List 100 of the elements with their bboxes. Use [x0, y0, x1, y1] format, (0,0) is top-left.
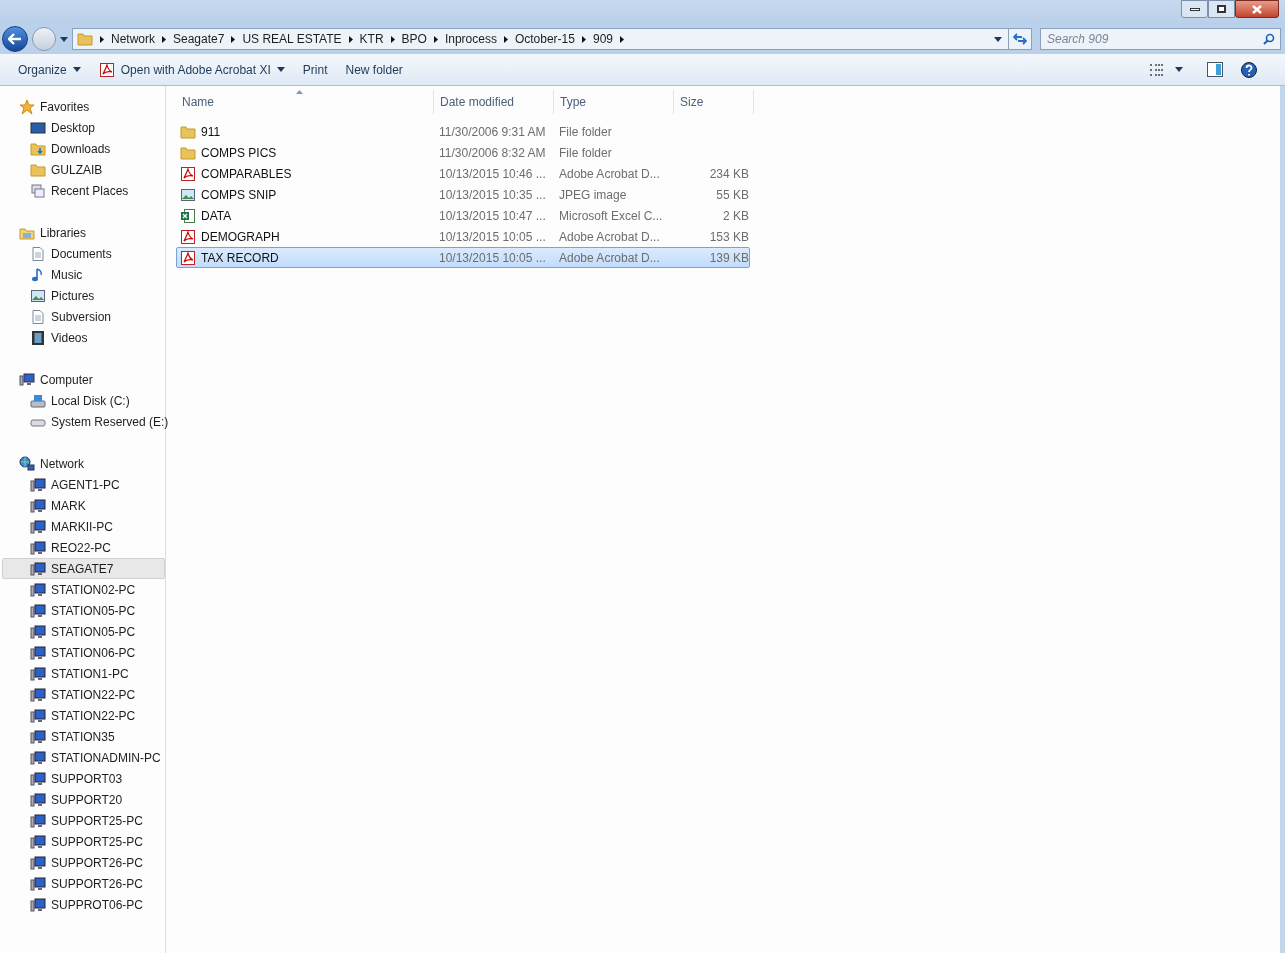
nav-item[interactable]: STATION06-PC — [2, 642, 165, 663]
minimize-button[interactable] — [1181, 0, 1208, 18]
breadcrumb-item[interactable]: Seagate7 — [173, 30, 225, 48]
file-row[interactable]: 911 11/30/2006 9:31 AM File folder — [176, 121, 750, 142]
nav-item[interactable]: Local Disk (C:) — [2, 390, 165, 411]
search-field[interactable]: Search 909 — [1040, 28, 1281, 50]
nav-group-header[interactable]: Favorites — [2, 96, 165, 117]
chevron-right-icon — [433, 35, 438, 43]
nav-item[interactable]: STATION22-PC — [2, 705, 165, 726]
type-cell-text: Microsoft Excel C... — [558, 207, 664, 225]
file-row[interactable]: COMPS PICS 11/30/2006 8:32 AM File folder — [176, 142, 750, 163]
nav-item[interactable]: AGENT1-PC — [2, 474, 165, 495]
computer-icon — [30, 896, 46, 913]
nav-item[interactable]: STATION22-PC — [2, 684, 165, 705]
nav-item[interactable]: SUPPORT26-PC — [2, 873, 165, 894]
nav-item[interactable]: Documents — [2, 243, 165, 264]
address-bar[interactable]: Network Seagate7 US REAL ESTATE KTR BPO Inprocess October-15 909 — [72, 28, 1032, 50]
nav-item[interactable]: GULZAIB — [2, 159, 165, 180]
breadcrumb-item[interactable]: Inprocess — [444, 30, 497, 48]
computer-icon — [30, 644, 46, 661]
column-header[interactable]: Size — [674, 90, 754, 114]
nav-item[interactable]: Pictures — [2, 285, 165, 306]
hard-disk-icon — [30, 392, 46, 409]
file-name: COMPS SNIP — [201, 186, 277, 204]
preview-pane-icon — [1207, 62, 1223, 77]
breadcrumb-item[interactable]: Network — [111, 30, 155, 48]
size-cell: 55 KB — [716, 187, 749, 202]
computer-icon — [30, 707, 46, 724]
monitor-icon — [30, 119, 46, 136]
restore-button[interactable] — [1208, 0, 1235, 18]
close-icon — [1252, 4, 1262, 14]
type-cell-text: Adobe Acrobat D... — [558, 249, 661, 267]
close-button[interactable] — [1235, 0, 1279, 18]
computer-icon — [30, 581, 46, 598]
nav-item[interactable]: Music — [2, 264, 165, 285]
file-row[interactable]: DATA 10/13/2015 10:47 ... Microsoft Excel C... 2 KB — [176, 205, 750, 226]
file-row[interactable]: COMPARABLES 10/13/2015 10:46 ... Adobe Acrobat D... 234 KB — [176, 163, 750, 184]
dropdown-caret-icon — [994, 36, 1002, 42]
breadcrumb-item[interactable]: 909 — [592, 30, 613, 48]
toolbar-button[interactable]: Open with Adobe Acrobat XI — [90, 57, 293, 82]
nav-item[interactable]: SUPPORT03 — [2, 768, 165, 789]
nav-item[interactable]: Downloads — [2, 138, 165, 159]
caret-icon — [276, 67, 285, 72]
toolbar-button[interactable]: New folder — [337, 57, 411, 82]
file-row[interactable]: COMPS SNIP 10/13/2015 10:35 ... JPEG image 55 KB — [176, 184, 750, 205]
nav-item[interactable]: SUPPORT25-PC — [2, 831, 165, 852]
breadcrumb-item[interactable]: October-15 — [514, 30, 575, 48]
caret-icon — [60, 36, 68, 42]
computer-icon — [30, 539, 46, 556]
date-modified-cell-text: 10/13/2015 10:05 ... — [438, 249, 547, 267]
column-header[interactable]: Date modified — [434, 90, 554, 114]
type-cell-text: JPEG image — [558, 186, 628, 204]
file-name: COMPS PICS — [201, 144, 277, 162]
file-name: TAX RECORD — [201, 249, 279, 267]
nav-item[interactable]: STATION35 — [2, 726, 165, 747]
nav-item[interactable]: SUPPORT20 — [2, 789, 165, 810]
column-header[interactable]: Type — [554, 90, 674, 114]
nav-item[interactable]: Subversion — [2, 306, 165, 327]
computer-icon — [30, 665, 46, 682]
nav-item[interactable]: STATION02-PC — [2, 579, 165, 600]
search-icon — [1263, 33, 1275, 45]
folder-download-icon — [30, 140, 46, 157]
file-row[interactable]: TAX RECORD 10/13/2015 10:05 ... Adobe Acrobat D... 139 KB — [176, 247, 750, 268]
nav-item[interactable]: SUPPORT25-PC — [2, 810, 165, 831]
pdf-icon — [180, 249, 196, 266]
breadcrumb-item[interactable]: US REAL ESTATE — [242, 30, 342, 48]
nav-item[interactable]: STATIONADMIN-PC — [2, 747, 165, 768]
details-view-icon — [1149, 63, 1165, 76]
recent-pages-button[interactable] — [60, 36, 68, 42]
nav-item[interactable]: STATION05-PC — [2, 600, 165, 621]
toolbar-button[interactable]: Organize — [10, 57, 89, 82]
nav-item[interactable]: Desktop — [2, 117, 165, 138]
breadcrumb-item[interactable]: BPO — [401, 30, 427, 48]
column-header[interactable]: Name — [176, 90, 434, 114]
nav-item[interactable]: SUPPROT06-PC — [2, 894, 165, 915]
star-icon — [19, 98, 35, 115]
help-icon — [1241, 61, 1257, 78]
nav-group-header[interactable]: Libraries — [2, 222, 165, 243]
computer-icon — [30, 875, 46, 892]
file-name: DATA — [201, 207, 232, 225]
document-icon — [30, 308, 46, 325]
nav-item[interactable]: MARK — [2, 495, 165, 516]
nav-item[interactable]: Recent Places — [2, 180, 165, 201]
breadcrumb-item[interactable]: KTR — [359, 30, 384, 48]
nav-item[interactable]: SUPPORT26-PC — [2, 852, 165, 873]
nav-item[interactable]: STATION05-PC — [2, 621, 165, 642]
nav-item[interactable]: REO22-PC — [2, 537, 165, 558]
chevron-right-icon — [581, 35, 586, 43]
nav-item[interactable]: STATION1-PC — [2, 663, 165, 684]
chevron-right-icon — [348, 35, 353, 43]
nav-item[interactable]: Videos — [2, 327, 165, 348]
nav-group-header[interactable]: Network — [2, 453, 165, 474]
nav-group-header[interactable]: Computer — [2, 369, 165, 390]
nav-item[interactable]: MARKII-PC — [2, 516, 165, 537]
file-row[interactable]: DEMOGRAPH 10/13/2015 10:05 ... Adobe Acrobat D... 153 KB — [176, 226, 750, 247]
back-button[interactable] — [2, 26, 28, 52]
nav-item[interactable]: SEAGATE7 — [2, 558, 165, 579]
computer-icon — [30, 560, 46, 577]
toolbar-button[interactable]: Print — [294, 57, 336, 82]
type-cell-text: File folder — [558, 123, 613, 141]
